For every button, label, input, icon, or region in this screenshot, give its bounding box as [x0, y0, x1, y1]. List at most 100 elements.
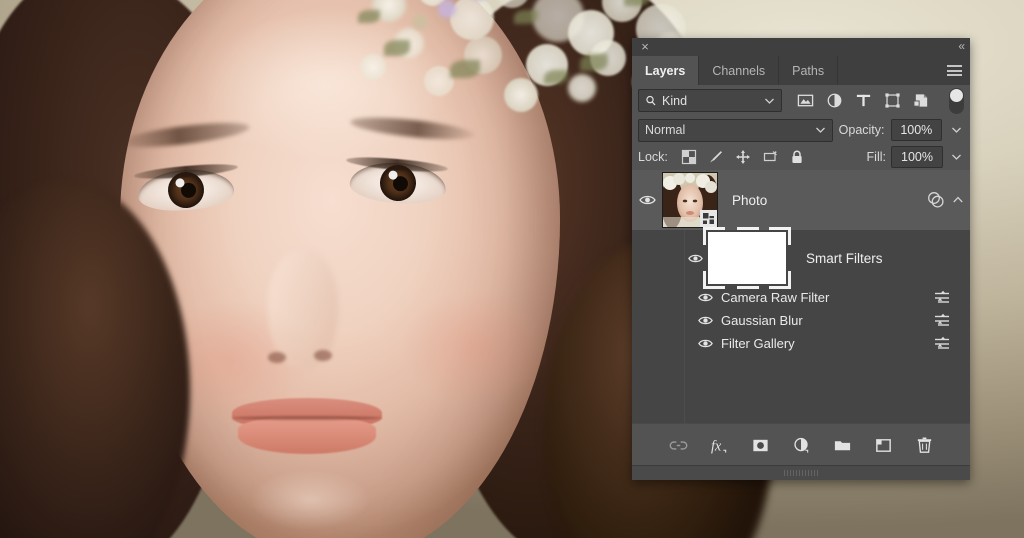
- tab-channels[interactable]: Channels: [699, 56, 779, 85]
- svg-text:fx: fx: [710, 438, 721, 454]
- flower-blossom: [504, 78, 538, 112]
- panel-titlebar: × «: [632, 38, 970, 56]
- filter-name-filter-gallery[interactable]: Filter Gallery: [721, 336, 795, 351]
- lock-artboard-nesting-icon[interactable]: [762, 149, 778, 165]
- layer-list[interactable]: Photo: [632, 170, 970, 424]
- chevron-down-icon: [815, 126, 826, 134]
- new-adjustment-layer-icon[interactable]: [792, 436, 811, 455]
- new-group-icon[interactable]: [833, 436, 852, 455]
- filter-kind-dropdown[interactable]: Kind: [638, 89, 782, 112]
- filter-kind-label: Kind: [662, 94, 687, 108]
- opacity-stepper-chevron[interactable]: [948, 120, 964, 140]
- filter-name-gaussian-blur[interactable]: Gaussian Blur: [721, 313, 803, 328]
- smart-filters-label: Smart Filters: [806, 251, 883, 266]
- chevron-down-icon: [764, 97, 775, 105]
- panel-menu-icon[interactable]: [947, 65, 962, 77]
- filter-blending-options-icon[interactable]: [934, 290, 950, 305]
- photo-chin-highlight: [250, 470, 370, 530]
- filter-toggle-knob: [950, 89, 963, 102]
- filter-blending-options-icon[interactable]: [934, 336, 950, 351]
- mask-selection-brackets: [703, 227, 791, 289]
- eye-icon[interactable]: [698, 292, 713, 303]
- layer-visibility-toggle-photo[interactable]: [632, 194, 662, 206]
- panel-tabs: Layers Channels Paths: [632, 56, 970, 85]
- search-icon: [645, 95, 657, 107]
- add-layer-mask-icon[interactable]: [751, 436, 770, 455]
- filter-shape-layers-icon[interactable]: [884, 92, 901, 109]
- photo-lower-lip: [238, 418, 376, 454]
- lock-label: Lock:: [638, 150, 668, 164]
- flower-leaf: [580, 54, 608, 71]
- filter-pixel-layers-icon[interactable]: [797, 92, 814, 109]
- chevron-up-icon[interactable]: [952, 195, 964, 205]
- flower-blossom-violet: [412, 14, 428, 30]
- flower-leaf: [450, 60, 480, 78]
- photo-lip-line: [232, 416, 382, 420]
- smart-object-badge-icon: [700, 210, 717, 227]
- fill-group: Fill: 100%: [867, 146, 964, 168]
- flower-leaf: [544, 70, 568, 84]
- filter-enable-toggle[interactable]: [949, 88, 964, 114]
- eye-icon: [688, 253, 703, 264]
- tab-channels-label: Channels: [712, 64, 765, 78]
- filter-blending-options-icon[interactable]: [934, 313, 950, 328]
- layer-row-photo[interactable]: Photo: [632, 170, 970, 230]
- lock-all-icon[interactable]: [789, 149, 805, 165]
- flower-leaf: [384, 40, 410, 56]
- lock-transparent-pixels-icon[interactable]: [681, 149, 697, 165]
- chevron-down-icon: [951, 126, 962, 134]
- flower-blossom-violet: [438, 0, 456, 18]
- panel-resize-grip[interactable]: [784, 470, 818, 476]
- close-icon[interactable]: ×: [638, 40, 652, 54]
- flower-leaf: [358, 10, 380, 23]
- delete-layer-icon[interactable]: [915, 436, 934, 455]
- blend-mode-value: Normal: [645, 123, 685, 137]
- layer-style-fx-icon[interactable]: fx: [710, 436, 729, 455]
- photo-cheek-right: [400, 290, 550, 405]
- filter-name-camera-raw[interactable]: Camera Raw Filter: [721, 290, 829, 305]
- lock-image-pixels-icon[interactable]: [708, 149, 724, 165]
- lock-icons-group: [681, 149, 805, 165]
- blend-opacity-row: Normal Opacity: 100%: [632, 116, 970, 144]
- flower-leaf: [624, 0, 650, 6]
- link-layers-icon[interactable]: [669, 436, 688, 455]
- filter-adjustment-layers-icon[interactable]: [826, 92, 843, 109]
- eye-icon[interactable]: [698, 315, 713, 326]
- flower-blossom: [450, 0, 494, 40]
- filter-type-layers-icon[interactable]: [855, 92, 872, 109]
- opacity-label: Opacity:: [839, 123, 885, 137]
- filter-row-gaussian-blur[interactable]: Gaussian Blur: [632, 309, 970, 332]
- layer-name-photo[interactable]: Photo: [732, 193, 767, 208]
- flower-blossom: [360, 54, 386, 80]
- filter-row-filter-gallery[interactable]: Filter Gallery: [632, 332, 970, 355]
- layer-thumbnail-photo[interactable]: [662, 172, 718, 228]
- flower-blossom: [568, 74, 596, 102]
- filter-row-camera-raw[interactable]: Camera Raw Filter: [632, 286, 970, 309]
- panel-resize-footer[interactable]: [632, 465, 970, 480]
- opacity-input[interactable]: 100%: [891, 119, 943, 141]
- layer-type-filter-icons: [797, 92, 930, 109]
- tab-layers-label: Layers: [645, 64, 685, 78]
- layer-row-right-icons: [926, 170, 964, 230]
- blend-mode-dropdown[interactable]: Normal: [638, 119, 833, 142]
- eye-icon: [639, 194, 656, 206]
- fill-stepper-chevron[interactable]: [948, 147, 964, 167]
- photo-nostril-right: [314, 350, 332, 361]
- flower-blossom: [494, 0, 530, 8]
- lock-position-icon[interactable]: [735, 149, 751, 165]
- tab-paths-label: Paths: [792, 64, 824, 78]
- layer-filter-row: Kind: [632, 85, 970, 116]
- smart-filter-indicator-icon[interactable]: [926, 190, 946, 210]
- layers-panel: × « Layers Channels Paths Kind: [632, 38, 970, 480]
- tab-paths[interactable]: Paths: [779, 56, 838, 85]
- fill-input[interactable]: 100%: [891, 146, 943, 168]
- fill-label: Fill:: [867, 150, 886, 164]
- collapse-panel-icon[interactable]: «: [958, 39, 964, 53]
- layers-panel-toolbar: fx: [632, 423, 970, 466]
- tab-layers[interactable]: Layers: [632, 56, 699, 85]
- eye-icon[interactable]: [698, 338, 713, 349]
- smart-filters-row[interactable]: Smart Filters: [632, 230, 970, 286]
- photo-nostril-left: [268, 352, 286, 363]
- new-layer-icon[interactable]: [874, 436, 893, 455]
- filter-smart-objects-icon[interactable]: [913, 92, 930, 109]
